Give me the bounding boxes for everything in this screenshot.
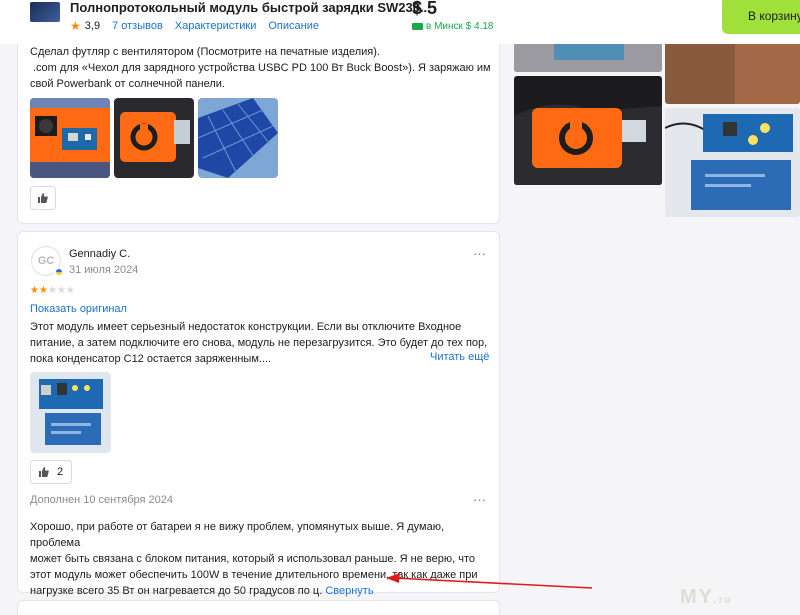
gallery-photo[interactable] — [665, 40, 800, 104]
review-text-line: пока конденсатор C12 остается заряженным… — [30, 353, 272, 365]
like-count: 2 — [56, 466, 64, 478]
review-text-line: Хорошо, при работе от батареи я не вижу … — [30, 521, 445, 549]
review-card: Сделал футляр с вентилятором (Посмотрите… — [17, 30, 500, 224]
collapse-link[interactable]: Свернуть — [325, 585, 373, 597]
product-rating: 3,9 — [84, 20, 101, 32]
show-original-link[interactable]: Показать оригинал — [30, 303, 127, 315]
rating-stars: ★★★★★ — [30, 285, 75, 296]
star-icon: ★ — [56, 285, 66, 296]
product-price: $ 5 — [412, 0, 438, 18]
review-photo[interactable] — [30, 98, 110, 178]
watermark-logo: MY.ru — [680, 586, 733, 609]
review-card: GC Gennadiy C. 31 июля 2024 ··· ★★★★★ По… — [17, 231, 500, 597]
review-text-line: .com для «Чехол для зарядного устройства… — [33, 62, 491, 74]
gallery-photo[interactable] — [514, 76, 662, 185]
watermark-text: MY — [680, 586, 714, 608]
review-text: Этот модуль имеет серьезный недостаток к… — [30, 319, 495, 367]
product-meta: ★ 3,9 7 отзывов Характеристики Описание — [70, 19, 327, 33]
more-options-icon[interactable]: ··· — [473, 492, 486, 507]
review-text: Сделал футляр с вентилятором (Посмотрите… — [30, 44, 495, 92]
sticky-product-header: Полнопротокольный модуль быстрой зарядки… — [0, 0, 800, 44]
review-date: 31 июля 2024 — [69, 264, 139, 276]
review-text-line: Сделал футляр с вентилятором (Посмотрите… — [30, 46, 380, 58]
star-icon: ★ — [30, 285, 39, 296]
ukraine-flag-icon — [55, 268, 63, 276]
like-button[interactable] — [30, 186, 56, 210]
read-more-link[interactable]: Читать ещё — [430, 351, 489, 363]
truck-icon — [412, 23, 423, 30]
thumbs-up-icon — [38, 467, 49, 477]
review-photo[interactable] — [30, 372, 111, 453]
star-icon: ★ — [70, 19, 81, 33]
star-icon: ★ — [65, 285, 75, 296]
review-text-line: этот модуль может обеспечить 100W в тече… — [30, 569, 478, 581]
review-text-line: питание, а затем подключите его снова, м… — [30, 337, 488, 349]
add-to-cart-button[interactable]: В корзину — [722, 0, 800, 34]
watermark-suffix: .ru — [714, 595, 733, 606]
specs-link[interactable]: Характеристики — [175, 20, 257, 32]
review-text-fragment: нагрузке всего 35 Вт он нагревается до 5… — [30, 585, 323, 597]
gallery-photo[interactable] — [514, 40, 662, 72]
like-button[interactable]: 2 — [30, 460, 72, 484]
star-icon: ★ — [47, 285, 57, 296]
supplement-date: Дополнен 10 сентября 2024 — [30, 494, 174, 506]
review-text-line: может быть связана с блоком питания, кот… — [30, 553, 475, 565]
review-photo[interactable] — [198, 98, 278, 178]
review-text-line: Этот модуль имеет серьезный недостаток к… — [30, 321, 462, 333]
delivery-text: в Минск $ 4.18 — [426, 21, 494, 32]
reviews-link[interactable]: 7 отзывов — [112, 20, 163, 32]
thumbs-up-icon — [38, 193, 48, 203]
product-thumbnail[interactable] — [30, 2, 60, 22]
page: Полнопротокольный модуль быстрой зарядки… — [0, 0, 800, 615]
star-icon: ★ — [38, 285, 48, 296]
review-text-line: свой Powerbank от солнечной панели. — [30, 78, 225, 90]
gallery-photo[interactable] — [665, 108, 800, 217]
review-card — [17, 600, 500, 615]
review-photo[interactable] — [114, 98, 194, 178]
review-author[interactable]: Gennadiy C. — [69, 248, 130, 260]
more-options-icon[interactable]: ··· — [473, 246, 486, 261]
description-link[interactable]: Описание — [268, 20, 319, 32]
product-title[interactable]: Полнопротокольный модуль быстрой зарядки… — [70, 0, 431, 15]
review-text-line: нагрузке всего 35 Вт он нагревается до 5… — [30, 583, 495, 599]
supplement-text: Хорошо, при работе от батареи я не вижу … — [30, 519, 495, 599]
delivery-info: в Минск $ 4.18 — [412, 21, 494, 32]
